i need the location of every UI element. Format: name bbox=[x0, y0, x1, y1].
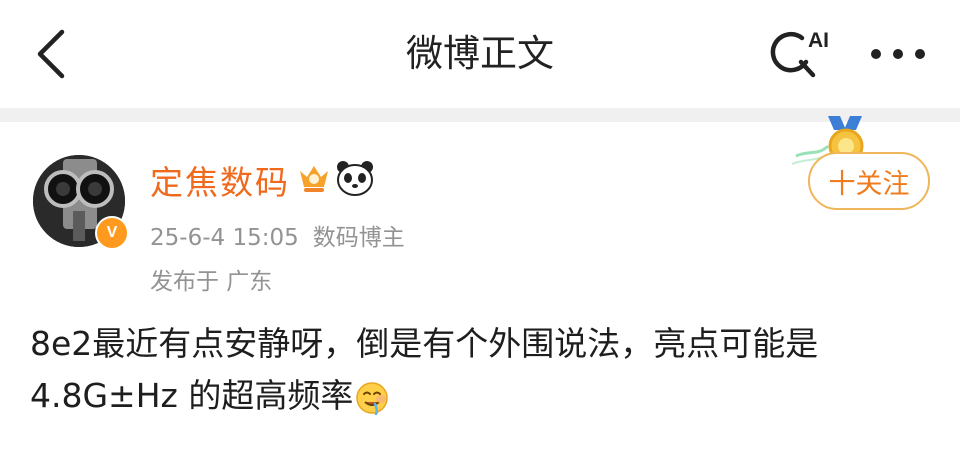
verified-badge: V bbox=[95, 216, 129, 250]
post-body: 8e2最近有点安静呀，倒是有个外围说法，亮点可能是 4.8G±Hz 的超高频率 bbox=[30, 318, 930, 422]
more-button[interactable] bbox=[862, 30, 934, 78]
ai-label: AI bbox=[808, 29, 829, 52]
ai-search-button[interactable]: AI bbox=[768, 26, 840, 86]
post-meta: 25-6-4 15:05 数码博主 bbox=[150, 218, 405, 252]
more-dots-icon bbox=[871, 49, 925, 59]
post-text-line-2: 4.8G±Hz 的超高频率 bbox=[30, 370, 930, 422]
back-button[interactable] bbox=[22, 22, 82, 86]
search-icon bbox=[770, 32, 816, 78]
drooling-face-emoji bbox=[356, 381, 389, 415]
post-text-line-2-content: 4.8G±Hz 的超高频率 bbox=[30, 376, 354, 415]
author-name[interactable]: 定焦数码 bbox=[150, 156, 290, 204]
top-bar: 微博正文 AI bbox=[0, 0, 960, 108]
post-text-line-1: 8e2最近有点安静呀，倒是有个外围说法，亮点可能是 bbox=[30, 324, 819, 363]
author-role: 数码博主 bbox=[312, 225, 405, 251]
crown-badge-icon[interactable] bbox=[297, 161, 331, 195]
post-timestamp: 25-6-4 15:05 bbox=[150, 225, 299, 251]
panda-badge-icon[interactable] bbox=[335, 159, 375, 197]
follow-button[interactable]: 十关注 bbox=[808, 152, 930, 210]
post-location: 发布于 广东 bbox=[150, 269, 273, 295]
chevron-left-icon bbox=[37, 29, 65, 79]
